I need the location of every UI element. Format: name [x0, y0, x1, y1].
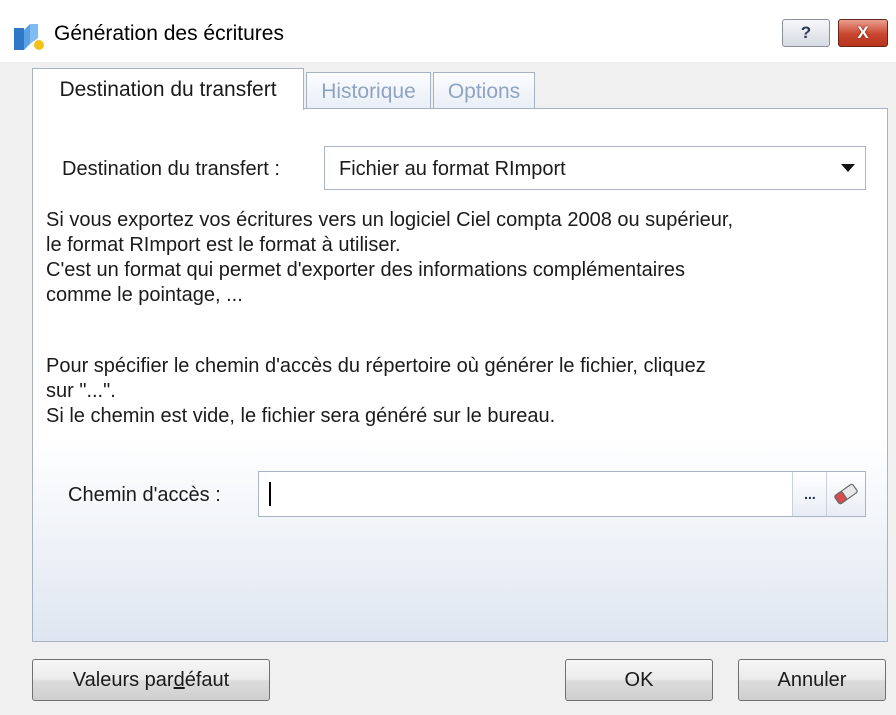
eraser-icon: [834, 483, 858, 505]
ellipsis-icon: ...: [804, 486, 816, 502]
tab-options[interactable]: Options: [433, 72, 535, 110]
text-caret: [269, 482, 271, 506]
path-label: Chemin d'accès :: [68, 484, 221, 506]
path-input[interactable]: [267, 476, 787, 512]
ok-button[interactable]: OK: [565, 659, 713, 701]
browse-button[interactable]: ...: [792, 472, 827, 516]
info-line: sur "...".: [46, 380, 116, 402]
info-line: le format RImport est le format à utilis…: [46, 234, 401, 256]
destination-label: Destination du transfert :: [62, 158, 280, 180]
clear-path-button[interactable]: [826, 472, 865, 516]
button-label-mnemonic: d: [173, 668, 185, 691]
info-line: C'est un format qui permet d'exporter de…: [46, 259, 686, 281]
cancel-label: Annuler: [777, 668, 847, 691]
close-icon: X: [857, 23, 869, 42]
dropdown-arrow-icon[interactable]: [841, 164, 855, 172]
dialog-window: Génération des écritures ? X Destination…: [0, 0, 896, 715]
info-line: comme le pointage, ...: [46, 284, 243, 306]
help-button[interactable]: ?: [782, 19, 830, 47]
window-title: Génération des écritures: [54, 22, 284, 45]
tab-label: Destination du transfert: [59, 77, 277, 101]
default-values-button[interactable]: Valeurs par d éfaut: [32, 659, 270, 701]
tab-destination[interactable]: Destination du transfert: [32, 68, 304, 110]
info-line: Si vous exportez vos écritures vers un l…: [46, 209, 734, 231]
help-icon: ?: [800, 23, 812, 42]
destination-select[interactable]: Fichier au format RImport: [324, 146, 866, 190]
button-label-prefix: Valeurs par: [72, 668, 174, 691]
info-text-path: Pour spécifier le chemin d'accès du répe…: [46, 354, 866, 429]
tab-label: Options: [447, 79, 521, 103]
info-text-format: Si vous exportez vos écritures vers un l…: [46, 208, 866, 308]
tab-historique[interactable]: Historique: [306, 72, 431, 110]
ok-label: OK: [624, 668, 654, 691]
title-bar: Génération des écritures ? X: [0, 0, 896, 62]
ciel-logo-icon: [14, 24, 44, 50]
info-line: Pour spécifier le chemin d'accès du répe…: [46, 355, 706, 377]
cancel-button[interactable]: Annuler: [738, 659, 886, 701]
button-label-suffix: éfaut: [184, 668, 230, 691]
close-button[interactable]: X: [838, 19, 888, 47]
path-field[interactable]: ...: [258, 471, 866, 517]
info-line: Si le chemin est vide, le fichier sera g…: [46, 405, 556, 427]
tab-label: Historique: [321, 79, 416, 103]
destination-selected-value: Fichier au format RImport: [339, 158, 566, 180]
